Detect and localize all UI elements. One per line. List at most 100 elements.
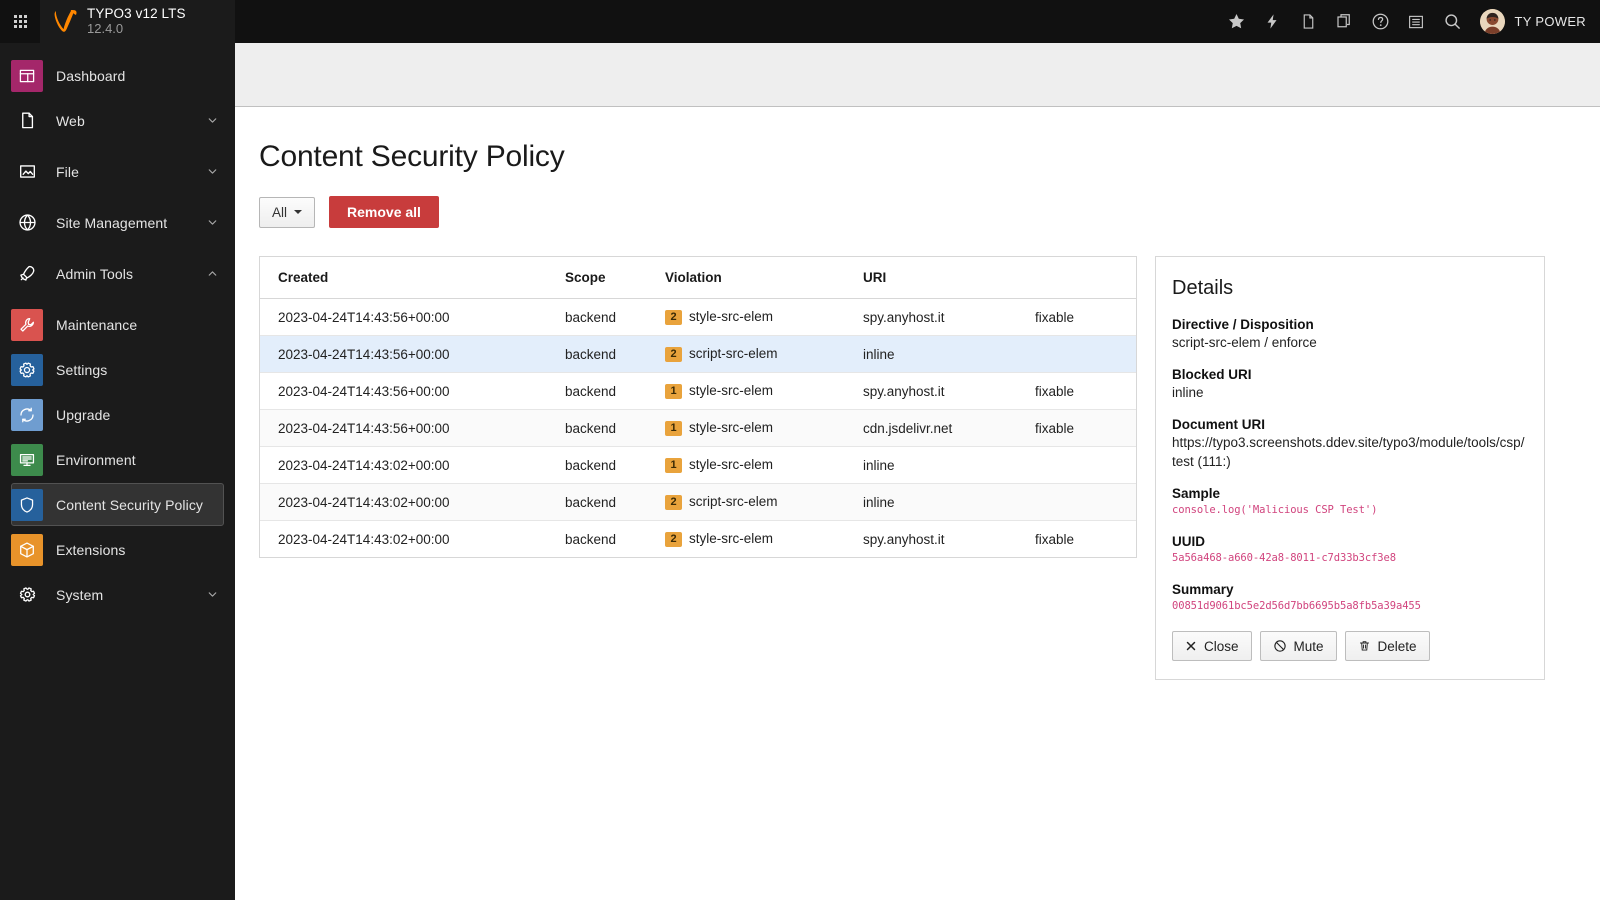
- dashboard-icon: [11, 59, 43, 92]
- sidebar-item-label: File: [56, 163, 79, 180]
- cell-fixable-flag: [1035, 446, 1136, 484]
- cell-uri: spy.anyhost.it: [863, 372, 1035, 410]
- sidebar-item-label: Environment: [56, 451, 136, 468]
- table-row[interactable]: 2023-04-24T14:43:56+00:00 backend 1 style-s…: [260, 372, 1136, 410]
- typo3-logo-icon: [54, 10, 77, 33]
- sidebar-item-content-security-policy[interactable]: Content Security Policy: [11, 483, 224, 526]
- cell-fixable-flag: fixable: [1035, 409, 1136, 447]
- details-title: Details: [1172, 277, 1234, 299]
- typo3-logo-link[interactable]: TYPO3 v12 LTS 12.4.0: [40, 6, 186, 36]
- app-version: 12.4.0: [87, 20, 124, 36]
- sidebar-item-file[interactable]: File: [0, 150, 235, 193]
- column-header-created[interactable]: Created: [260, 257, 565, 299]
- sidebar-item-dashboard[interactable]: Dashboard: [0, 54, 235, 97]
- violation-directive-label: script-src-elem: [689, 346, 778, 361]
- cell-violation: 1 style-src-elem: [665, 446, 863, 484]
- violation-directive-label: style-src-elem: [689, 420, 774, 435]
- sidebar-item-label: Web: [56, 112, 85, 129]
- username-label: TY POWER: [1514, 14, 1586, 29]
- sidebar-item-label: Upgrade: [56, 406, 111, 423]
- cell-uri: inline: [863, 446, 1035, 484]
- table-row[interactable]: 2023-04-24T14:43:56+00:00 backend 2 script-…: [260, 335, 1136, 373]
- mute-button[interactable]: Mute: [1259, 631, 1337, 662]
- column-header-flag: [1035, 257, 1136, 299]
- cell-fixable-flag: [1035, 483, 1136, 521]
- sidebar-item-label: System: [56, 586, 104, 603]
- column-header-scope[interactable]: Scope: [565, 257, 665, 299]
- sidebar-item-settings[interactable]: Settings: [0, 348, 235, 391]
- toolbar-actions: TY POWER: [1218, 0, 1600, 43]
- list-icon[interactable]: [1398, 0, 1434, 43]
- sidebar-item-extensions[interactable]: Extensions: [0, 528, 235, 571]
- chevron-down-icon[interactable]: [206, 588, 219, 601]
- cell-uri: spy.anyhost.it: [863, 531, 945, 547]
- wrench-icon: [11, 308, 43, 341]
- cell-uri: inline: [863, 483, 1035, 521]
- cell-fixable-flag: fixable: [1035, 531, 1075, 547]
- remove-all-button[interactable]: Remove all: [329, 196, 439, 228]
- table-row[interactable]: 2023-04-24T14:43:02+00:00 backend 2 style-s…: [260, 521, 1136, 558]
- sidebar-item-maintenance[interactable]: Maintenance: [0, 303, 235, 346]
- violation-directive-label: style-src-elem: [689, 309, 774, 324]
- box-icon: [11, 533, 43, 566]
- sidebar-item-label: Admin Tools: [56, 265, 134, 282]
- user-menu[interactable]: TY POWER: [1470, 0, 1586, 43]
- detail-label-directive-disposition: Directive / Disposition: [1172, 317, 1314, 332]
- detail-value-uuid: 5a56a468-a660-42a8-8011-c7d33b3cf3e8: [1172, 552, 1396, 565]
- close-button[interactable]: Close: [1172, 631, 1252, 662]
- details-actions: Close Mute Delete: [1172, 631, 1528, 662]
- table-row[interactable]: 2023-04-24T14:43:56+00:00 backend 1 style-s…: [260, 409, 1136, 447]
- cell-created: 2023-04-24T14:43:56+00:00: [260, 372, 565, 410]
- detail-value-sample: console.log('Malicious CSP Test'): [1172, 503, 1378, 516]
- delete-button[interactable]: Delete: [1344, 631, 1430, 662]
- violation-directive-label: style-src-elem: [689, 457, 774, 472]
- new-document-icon[interactable]: [1290, 0, 1326, 43]
- flash-clear-cache-icon[interactable]: [1254, 0, 1290, 43]
- violation-count-badge: 2: [665, 347, 682, 362]
- table-row[interactable]: 2023-04-24T14:43:02+00:00 backend 2 script-…: [260, 483, 1136, 521]
- cell-violation: 1 style-src-elem: [665, 409, 863, 447]
- chevron-down-icon[interactable]: [206, 216, 219, 229]
- sidebar-item-system[interactable]: System: [0, 573, 235, 616]
- sidebar-item-label: Maintenance: [56, 316, 138, 333]
- cell-uri: cdn.jsdelivr.net: [863, 409, 1035, 447]
- detail-label-sample: Sample: [1172, 485, 1221, 501]
- sidebar-item-upgrade[interactable]: Upgrade: [0, 393, 235, 436]
- chevron-down-icon[interactable]: [206, 165, 219, 178]
- cell-violation: 2 style-src-elem: [665, 521, 863, 558]
- sidebar-item-web[interactable]: Web: [0, 99, 235, 142]
- chevron-down-icon[interactable]: [206, 114, 219, 127]
- violation-count-badge: 2: [665, 495, 682, 510]
- scope-filter-label: All: [272, 204, 288, 220]
- table-row[interactable]: 2023-04-24T14:43:02+00:00 backend 1 style-s…: [260, 446, 1136, 484]
- bookmark-star-icon[interactable]: [1218, 0, 1254, 43]
- sidebar-navigation: Dashboard Web File Site Management Admin Too…: [0, 43, 235, 900]
- app-grid-icon[interactable]: [0, 0, 40, 43]
- open-documents-icon[interactable]: [1326, 0, 1362, 43]
- sidebar-item-environment[interactable]: Environment: [0, 438, 235, 481]
- cell-scope: backend: [565, 531, 617, 547]
- scope-filter-dropdown[interactable]: All: [259, 196, 316, 228]
- page-icon: [11, 105, 43, 137]
- top-bar: TYPO3 v12 LTS 12.4.0 TY POWER: [0, 0, 1600, 43]
- table-row[interactable]: 2023-04-24T14:43:56+00:00 backend 2 style-s…: [260, 298, 1136, 336]
- sidebar-item-admin-tools[interactable]: Admin Tools: [0, 252, 235, 295]
- violation-count-badge: 2: [665, 310, 682, 325]
- cell-scope: backend: [565, 446, 665, 484]
- cell-violation: 2 style-src-elem: [665, 298, 863, 336]
- sidebar-item-site-management[interactable]: Site Management: [0, 201, 235, 244]
- module-doc-header: [235, 43, 1600, 107]
- sidebar-item-label: Site Management: [56, 214, 168, 231]
- cell-created: 2023-04-24T14:43:02+00:00: [260, 446, 565, 484]
- column-header-violation[interactable]: Violation: [665, 257, 863, 299]
- cell-scope: backend: [565, 409, 665, 447]
- search-icon[interactable]: [1434, 0, 1470, 43]
- chevron-up-icon[interactable]: [206, 267, 219, 280]
- detail-label-uuid: UUID: [1172, 534, 1205, 550]
- trash-icon: [1358, 639, 1371, 653]
- column-header-uri[interactable]: URI: [863, 257, 1035, 299]
- close-icon: [1185, 640, 1197, 652]
- page-title: Content Security Policy: [259, 140, 565, 173]
- cell-violation: 2 script-src-elem: [665, 335, 863, 373]
- help-icon[interactable]: [1362, 0, 1398, 43]
